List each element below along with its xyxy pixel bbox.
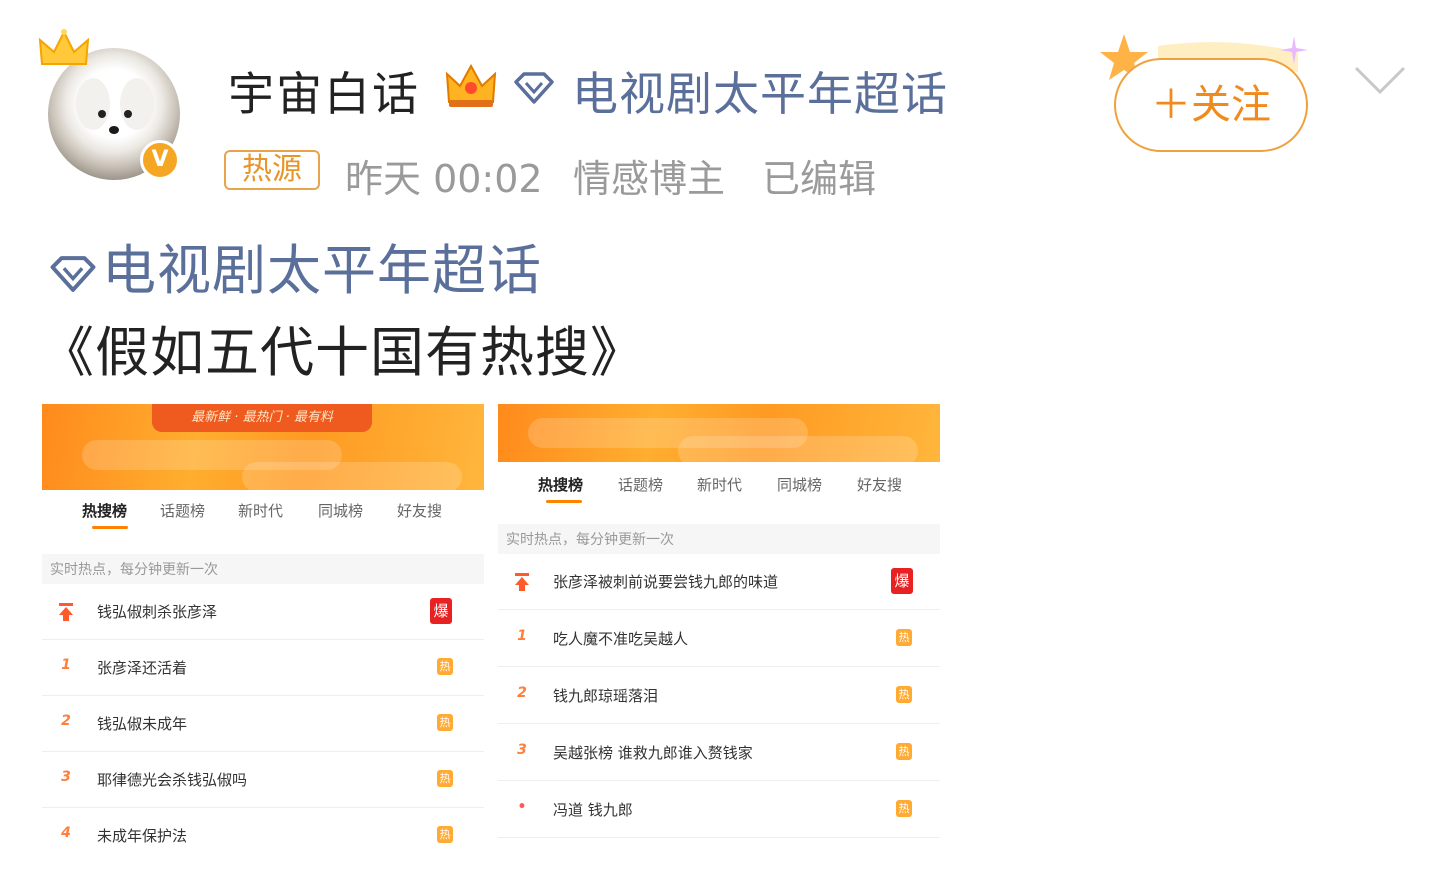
hot-badge: 热 [437, 714, 453, 731]
hot-search-text: 吃人魔不准吃吴越人 [553, 630, 689, 648]
crown-icon [445, 63, 497, 107]
hot-search-text: 耶律德光会杀钱弘俶吗 [97, 771, 248, 789]
tab-new-era[interactable]: 新时代 [697, 474, 742, 495]
hot-search-row[interactable]: • 冯道 钱九郎 热 [498, 782, 940, 838]
hot-search-row[interactable]: 4 未成年保护法 热 [42, 808, 484, 844]
banner-slogan: 最新鲜 · 最热门 · 最有料 [152, 404, 372, 432]
hot-search-row[interactable]: 钱弘俶刺杀张彦泽 爆 [42, 584, 484, 640]
supertopic-inline-link[interactable]: 电视剧太平年超话 [48, 226, 542, 305]
hot-search-row[interactable]: 3 耶律德光会杀钱弘俶吗 热 [42, 752, 484, 808]
tab-new-era[interactable]: 新时代 [238, 500, 283, 521]
hot-badge: 热 [896, 800, 912, 817]
tab-friends[interactable]: 好友搜 [857, 474, 902, 495]
hot-search-row[interactable]: 1 吃人魔不准吃吴越人 热 [498, 611, 940, 667]
supertopic-diamond-icon [50, 256, 96, 293]
hot-search-row[interactable]: 2 钱九郎琼瑶落泪 热 [498, 668, 940, 724]
realtime-subheader: 实时热点，每分钟更新一次 [42, 554, 484, 584]
post-time: 昨天 00:02 [345, 157, 543, 201]
hot-badge: 热 [437, 826, 453, 843]
tab-active-underline [546, 500, 582, 503]
edited-label[interactable]: 已编辑 [762, 148, 876, 203]
verified-v-icon: V [140, 140, 180, 180]
hot-search-text: 吴越张榜 谁救九郎谁入赘钱家 [553, 744, 753, 762]
rank-number: 3 [517, 742, 527, 758]
hot-badge: 热 [437, 658, 453, 675]
tab-topics[interactable]: 话题榜 [618, 474, 663, 495]
username[interactable]: 宇宙白话 [228, 58, 420, 124]
avatar-dog-nose [109, 126, 119, 134]
hot-search-text: 未成年保护法 [97, 827, 188, 844]
tab-local[interactable]: 同城榜 [777, 474, 822, 495]
explode-badge: 爆 [430, 598, 452, 624]
rank-number: 1 [517, 628, 527, 644]
hot-badge: 热 [896, 629, 912, 646]
rank-number: 2 [61, 713, 71, 729]
supertopic-link[interactable]: 电视剧太平年超话 [572, 58, 948, 124]
rank-number: 2 [517, 685, 527, 701]
rank-dot: • [517, 799, 527, 815]
supertopic-diamond-icon [514, 72, 554, 104]
hot-search-row[interactable]: 1 张彦泽还活着 热 [42, 640, 484, 696]
rank-number: 4 [61, 825, 71, 841]
hot-search-text: 张彦泽还活着 [97, 659, 188, 677]
hot-search-image-1[interactable]: 最新鲜 · 最热门 · 最有料 热搜榜 话题榜 新时代 同城榜 好友搜 实时热点… [42, 404, 484, 844]
pinned-top-icon [515, 573, 529, 591]
pinned-top-icon [59, 603, 73, 621]
author-role: 情感博主 [573, 157, 726, 201]
hot-badge: 热 [437, 770, 453, 787]
tab-topics[interactable]: 话题榜 [160, 500, 205, 521]
hot-badge: 热 [896, 743, 912, 760]
hot-search-row[interactable]: 3 吴越张榜 谁救九郎谁入赘钱家 热 [498, 725, 940, 781]
rank-number: 3 [61, 769, 71, 785]
tab-local[interactable]: 同城榜 [318, 500, 363, 521]
hot-search-tabs: 热搜榜 话题榜 新时代 同城榜 好友搜 [498, 474, 940, 504]
hot-search-text: 钱弘俶刺杀张彦泽 [97, 603, 218, 621]
sparkle-icon [1280, 36, 1308, 64]
follow-button[interactable]: ＋关注 [1114, 58, 1308, 152]
crown-icon [38, 29, 90, 65]
hot-search-image-2[interactable]: 热搜榜 话题榜 新时代 同城榜 好友搜 实时热点，每分钟更新一次 张彦泽被刺前说… [498, 404, 940, 844]
avatar-dog-eye [124, 110, 132, 118]
tab-active-underline [92, 526, 128, 529]
post-title: 《假如五代十国有热搜》 [40, 321, 645, 384]
explode-badge: 爆 [891, 568, 913, 594]
hot-search-banner [498, 404, 940, 466]
hot-search-text: 钱弘俶未成年 [97, 715, 188, 733]
tab-hot-search[interactable]: 热搜榜 [82, 500, 127, 521]
chevron-down-icon[interactable] [1352, 62, 1408, 98]
rank-number: 1 [61, 657, 71, 673]
avatar-dog-ear [76, 78, 110, 130]
avatar-dog-ear [120, 78, 154, 130]
avatar-dog-eye [98, 110, 106, 118]
hot-search-tabs: 热搜榜 话题榜 新时代 同城榜 好友搜 [42, 500, 484, 530]
hot-search-text: 冯道 钱九郎 [553, 801, 633, 819]
hot-search-text: 张彦泽被刺前说要尝钱九郎的味道 [553, 573, 779, 591]
tab-hot-search[interactable]: 热搜榜 [538, 474, 583, 495]
supertopic-inline-label: 电视剧太平年超话 [102, 239, 542, 302]
hot-search-row[interactable]: 张彦泽被刺前说要尝钱九郎的味道 爆 [498, 554, 940, 610]
realtime-subheader: 实时热点，每分钟更新一次 [498, 524, 940, 554]
hot-search-text: 钱九郎琼瑶落泪 [553, 687, 659, 705]
hot-badge: 热 [896, 686, 912, 703]
tab-friends[interactable]: 好友搜 [397, 500, 442, 521]
hot-search-row[interactable]: 2 钱弘俶未成年 热 [42, 696, 484, 752]
hot-search-banner: 最新鲜 · 最热门 · 最有料 [42, 404, 484, 492]
hot-source-tag: 热源 [224, 150, 320, 190]
